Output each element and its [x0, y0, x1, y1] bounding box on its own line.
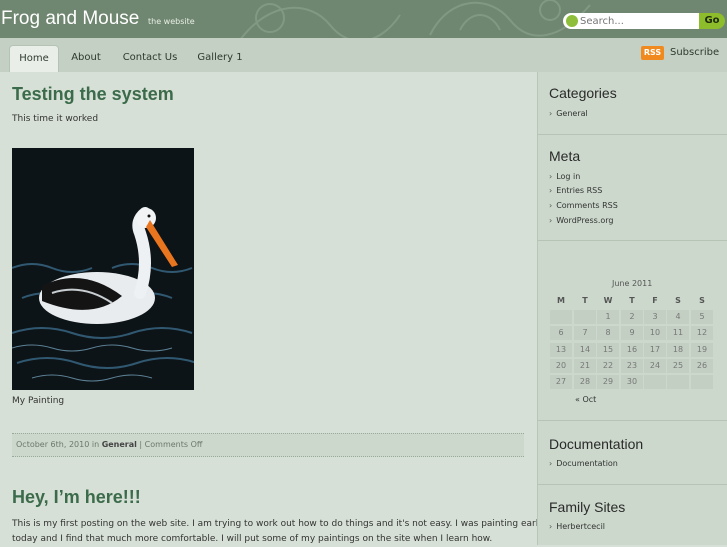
calendar-day: 4 — [667, 310, 689, 324]
calendar-day-header: T — [582, 296, 588, 305]
calendar-day: 10 — [644, 326, 666, 340]
calendar-caption: June 2011 — [612, 279, 653, 288]
search-box — [563, 13, 699, 29]
calendar-day: 28 — [574, 375, 596, 389]
calendar-day: 7 — [574, 326, 596, 340]
site-title[interactable]: Frog and Mouse — [1, 8, 139, 30]
tab-about[interactable]: About — [65, 45, 107, 72]
family-site-link-herbertcecil[interactable]: › Herbertcecil — [549, 522, 605, 531]
post-body-line-1: This is my first posting on the web site… — [12, 519, 550, 529]
search-input[interactable] — [580, 14, 694, 28]
calendar-day-header: S — [675, 296, 681, 305]
rss-icon[interactable]: RSS — [641, 46, 664, 60]
calendar-day: 1 — [597, 310, 619, 324]
post-comments: Comments Off — [144, 440, 203, 449]
calendar-empty-cell — [550, 310, 572, 324]
image-caption: My Painting — [12, 396, 65, 406]
decorative-swirl-icon — [240, 0, 591, 38]
calendar-day: 2 — [621, 310, 643, 324]
calendar-day: 26 — [691, 359, 713, 373]
tab-contact-us[interactable]: Contact Us — [118, 45, 182, 72]
calendar-day: 11 — [667, 326, 689, 340]
documentation-link[interactable]: › Documentation — [549, 459, 618, 468]
chevron-right-icon: › — [549, 109, 553, 118]
calendar-day: 12 — [691, 326, 713, 340]
meta-separator: | — [136, 440, 145, 449]
calendar-day: 30 — [621, 375, 643, 389]
post-category-link[interactable]: General — [102, 440, 137, 449]
calendar-day: 27 — [550, 375, 572, 389]
calendar-day: 23 — [621, 359, 643, 373]
calendar-empty-cell — [574, 310, 596, 324]
widget-title-meta: Meta — [549, 148, 581, 164]
calendar-day-header: M — [557, 296, 565, 305]
calendar-day: 21 — [574, 359, 596, 373]
calendar-day: 13 — [550, 343, 572, 357]
post-title[interactable]: Testing the system — [12, 84, 174, 105]
calendar-day: 25 — [667, 359, 689, 373]
meta-link-comments-rss[interactable]: › Comments RSS — [549, 201, 618, 210]
calendar-day-header: F — [652, 296, 658, 305]
calendar-day: 8 — [597, 326, 619, 340]
calendar-empty-cell — [644, 375, 666, 389]
chevron-right-icon: › — [549, 186, 553, 195]
calendar-day: 6 — [550, 326, 572, 340]
post-meta: October 6th, 2010 in General | Comments … — [12, 433, 524, 457]
calendar-day: 14 — [574, 343, 596, 357]
tab-home[interactable]: Home — [9, 45, 59, 73]
divider — [538, 484, 727, 485]
search-icon — [566, 15, 578, 27]
divider — [538, 240, 727, 241]
calendar-day: 19 — [691, 343, 713, 357]
site-description: the website — [148, 17, 195, 26]
calendar-day: 20 — [550, 359, 572, 373]
subscribe-link[interactable]: Subscribe — [670, 47, 719, 58]
post-title[interactable]: Hey, I’m here!!! — [12, 487, 141, 508]
meta-link-entries-rss[interactable]: › Entries RSS — [549, 186, 602, 195]
calendar-day-header: W — [603, 296, 613, 305]
calendar-day: 5 — [691, 310, 713, 324]
divider — [538, 420, 727, 421]
divider — [538, 134, 727, 135]
meta-link-wordpress-org[interactable]: › WordPress.org — [549, 216, 613, 225]
calendar-day: 17 — [644, 343, 666, 357]
calendar-day: 29 — [597, 375, 619, 389]
calendar-day: 16 — [621, 343, 643, 357]
calendar-day: 24 — [644, 359, 666, 373]
post-date: October 6th, 2010 in — [16, 440, 102, 449]
calendar-day: 22 — [597, 359, 619, 373]
widget-title-categories: Categories — [549, 85, 617, 101]
chevron-right-icon: › — [549, 201, 553, 210]
calendar-day: 15 — [597, 343, 619, 357]
post-intro: This time it worked — [12, 114, 99, 124]
widget-title-documentation: Documentation — [549, 436, 644, 452]
calendar-day-header: S — [699, 296, 705, 305]
main-navigation: Home About Contact Us Gallery 1 — [0, 38, 727, 73]
calendar-day-header: T — [629, 296, 635, 305]
chevron-right-icon: › — [549, 172, 553, 181]
pelican-painting-image[interactable] — [12, 148, 194, 390]
calendar-day: 18 — [667, 343, 689, 357]
calendar-empty-cell — [691, 375, 713, 389]
chevron-right-icon: › — [549, 216, 553, 225]
calendar-day: 3 — [644, 310, 666, 324]
calendar-prev-month-link[interactable]: « Oct — [575, 395, 596, 404]
calendar-empty-cell — [667, 375, 689, 389]
widget-title-family-sites: Family Sites — [549, 499, 626, 515]
chevron-right-icon: › — [549, 522, 553, 531]
search-go-button[interactable]: Go — [699, 13, 725, 29]
calendar-day: 9 — [621, 326, 643, 340]
meta-link-log-in[interactable]: › Log in — [549, 172, 580, 181]
chevron-right-icon: › — [549, 459, 553, 468]
tab-gallery-1[interactable]: Gallery 1 — [193, 45, 247, 72]
category-link-general[interactable]: › General — [549, 109, 588, 118]
sidebar — [537, 72, 727, 545]
